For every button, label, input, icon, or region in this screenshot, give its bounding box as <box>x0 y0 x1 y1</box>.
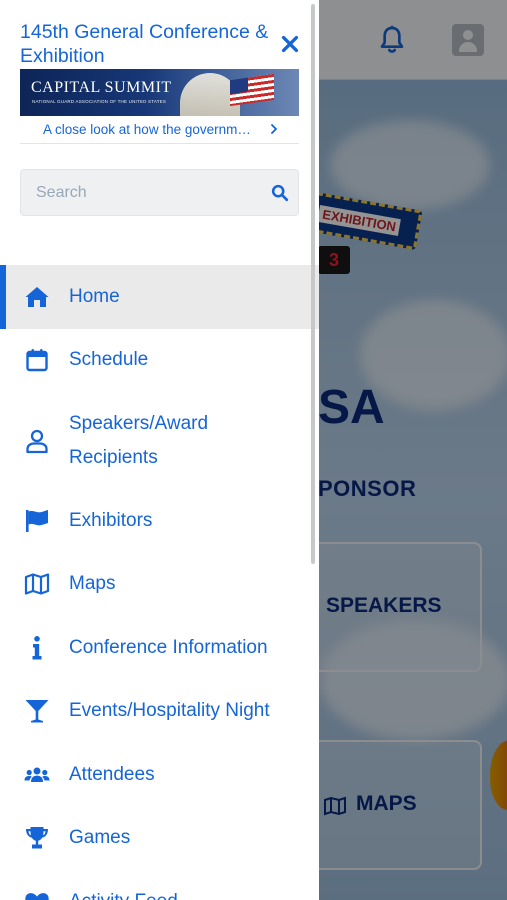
info-icon <box>32 635 42 660</box>
banner-subtitle: NATIONAL GUARD ASSOCIATION OF THE UNITED… <box>32 99 167 104</box>
nav-item-attendees[interactable]: Attendees <box>0 743 319 807</box>
search-icon[interactable] <box>271 184 289 202</box>
person-icon <box>26 429 48 453</box>
map-icon <box>24 573 50 595</box>
nav-item-activity-feed[interactable]: Activity Feed <box>0 870 319 900</box>
nav-item-exhibitors[interactable]: Exhibitors <box>0 489 319 553</box>
nav-label: Home <box>69 285 120 307</box>
conference-title: 145th General Conference & Exhibition <box>20 21 269 67</box>
drawer-header: 145th General Conference & Exhibition CA… <box>0 0 319 145</box>
search-box <box>20 169 299 216</box>
nav-item-events[interactable]: Events/Hospitality Night <box>0 680 319 744</box>
home-icon <box>25 286 49 307</box>
tagline-text: A close look at how the governm… <box>43 122 251 137</box>
users-icon <box>24 767 50 782</box>
nav-label: Attendees <box>69 763 155 785</box>
drawer-scrollbar[interactable] <box>311 4 315 564</box>
trophy-icon <box>26 827 48 849</box>
heart-icon <box>25 892 49 900</box>
nav-label: Schedule <box>69 349 149 371</box>
cocktail-icon <box>25 700 49 723</box>
search-input[interactable] <box>21 170 261 215</box>
nav-label: Maps <box>69 573 116 595</box>
nav-label: Conference Information <box>69 636 268 658</box>
conference-banner[interactable]: CAPITAL SUMMIT NATIONAL GUARD ASSOCIATIO… <box>20 69 299 116</box>
navigation-drawer: 145th General Conference & Exhibition CA… <box>0 0 319 900</box>
chevron-right-icon <box>271 124 277 134</box>
nav-item-conference-info[interactable]: Conference Information <box>0 616 319 680</box>
close-icon[interactable] <box>279 33 301 55</box>
nav-item-games[interactable]: Games <box>0 807 319 871</box>
tagline-link[interactable]: A close look at how the governm… <box>20 118 299 144</box>
banner-title: CAPITAL SUMMIT <box>31 79 172 96</box>
nav-label: Speakers/Award Recipients <box>69 412 209 468</box>
nav-label: Events/Hospitality Night <box>69 700 270 722</box>
drawer-nav: Home Schedule Speakers/Award Recipients <box>0 265 319 900</box>
nav-label: Exhibitors <box>69 509 153 531</box>
nav-item-maps[interactable]: Maps <box>0 553 319 617</box>
calendar-icon <box>26 349 48 372</box>
us-flag-image <box>230 73 274 107</box>
nav-item-home[interactable]: Home <box>0 265 319 329</box>
nav-label: Games <box>69 827 131 849</box>
nav-label: Activity Feed <box>69 885 299 900</box>
nav-item-schedule[interactable]: Schedule <box>0 329 319 393</box>
nav-item-speakers[interactable]: Speakers/Award Recipients <box>0 392 319 489</box>
flag-icon <box>26 509 48 532</box>
